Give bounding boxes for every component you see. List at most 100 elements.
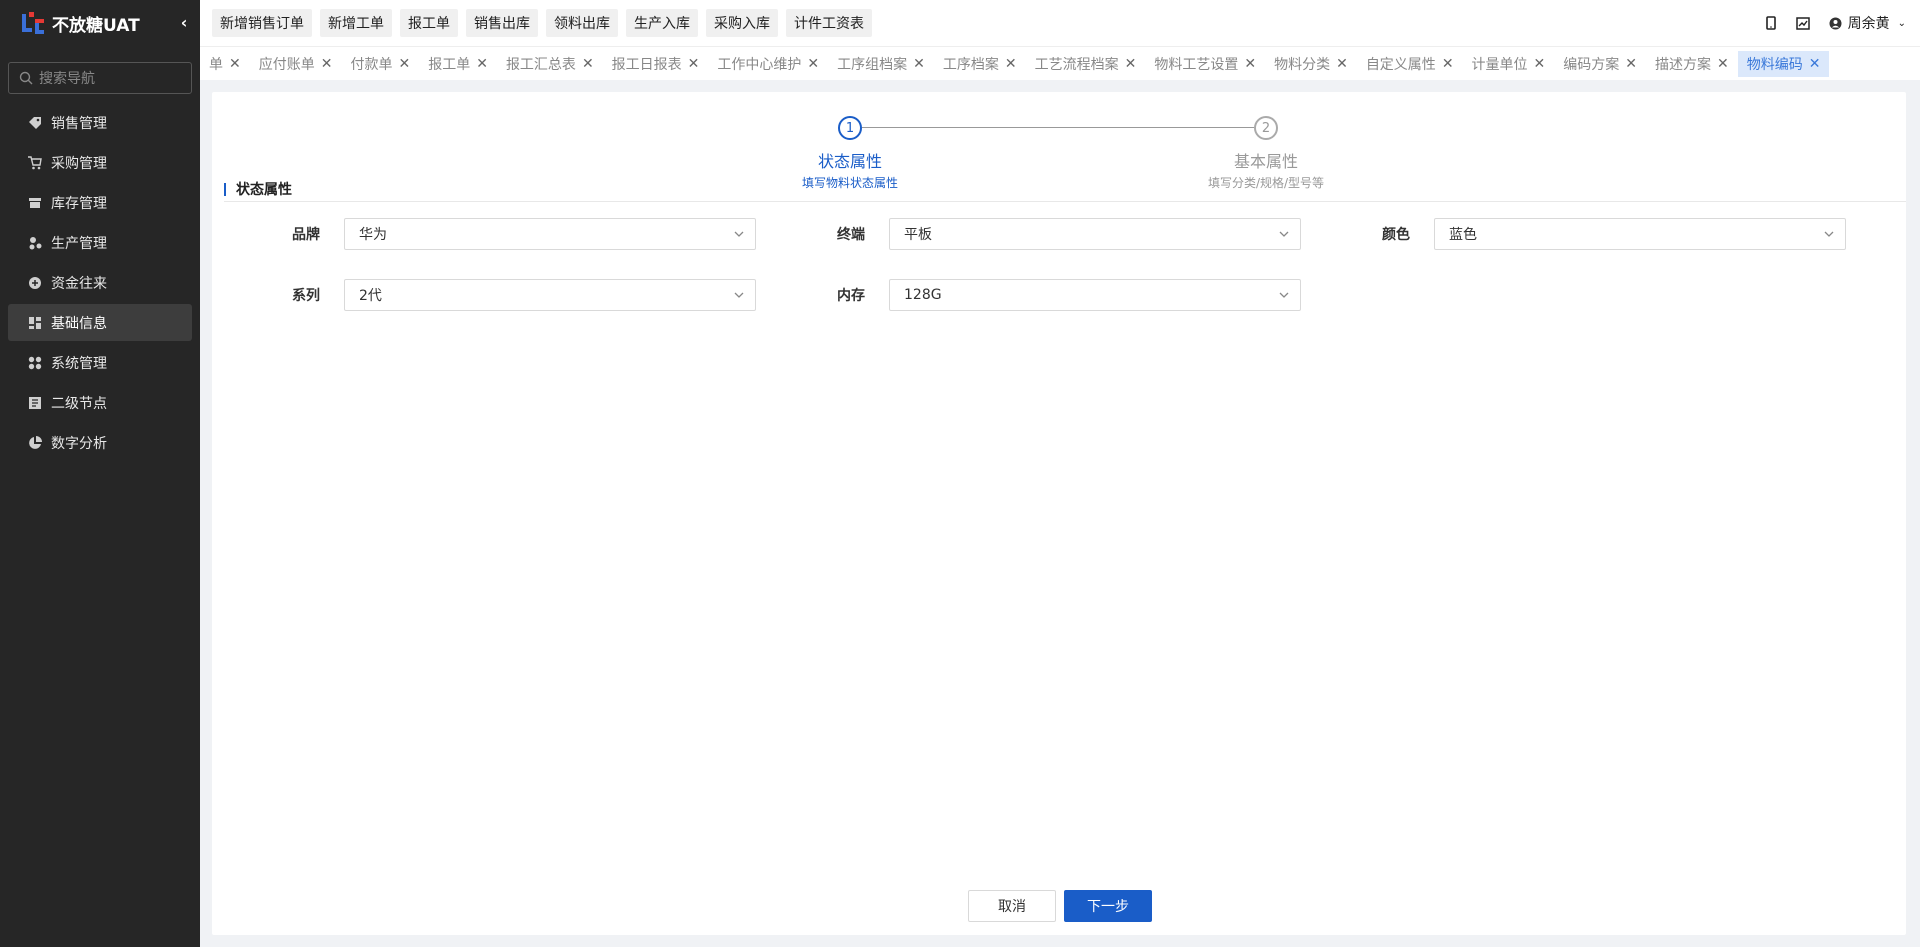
close-icon[interactable]: ✕: [1336, 56, 1348, 72]
collapse-sidebar-icon[interactable]: ‹: [174, 13, 194, 33]
user-name: 周余黄: [1847, 16, 1890, 32]
quick-piece-wage-button[interactable]: 计件工资表: [786, 9, 872, 37]
step-1-circle[interactable]: 1: [838, 116, 862, 140]
tab-item[interactable]: 工艺流程档案 ✕: [1026, 51, 1146, 77]
tab-bar: 单 ✕ 应付账单 ✕ 付款单 ✕ 报工单 ✕ 报工汇总表 ✕ 报工日报表 ✕ 工作中心维护 ✕…: [200, 46, 1920, 80]
brand-value: 华为: [359, 227, 387, 243]
close-icon[interactable]: ✕: [582, 56, 594, 72]
quick-new-work-order-button[interactable]: 新增工单: [320, 9, 392, 37]
sidebar-item-purchase[interactable]: 采购管理: [8, 144, 192, 181]
brand-select[interactable]: 华为: [344, 218, 756, 250]
cart-icon: [28, 155, 42, 169]
sidebar-item-label: 二级节点: [51, 395, 107, 412]
screen-chart-icon[interactable]: [1787, 0, 1819, 46]
sidebar-item-sales[interactable]: 销售管理: [8, 104, 192, 141]
close-icon[interactable]: ✕: [1625, 56, 1637, 72]
quick-material-outbound-button[interactable]: 领料出库: [546, 9, 618, 37]
close-icon[interactable]: ✕: [1534, 56, 1546, 72]
step-2-circle[interactable]: 2: [1254, 116, 1278, 140]
chevron-down-icon: [1279, 292, 1289, 298]
tab-item[interactable]: 自定义属性 ✕: [1357, 51, 1463, 77]
tab-label: 物料编码: [1746, 56, 1803, 73]
close-icon[interactable]: ✕: [1717, 56, 1729, 72]
user-menu[interactable]: 周余黄 ⌄: [1829, 13, 1906, 33]
close-icon[interactable]: ✕: [321, 56, 333, 72]
tab-item[interactable]: 付款单 ✕: [341, 51, 419, 77]
sidebar-item-label: 数字分析: [51, 435, 107, 452]
close-icon[interactable]: ✕: [1244, 56, 1256, 72]
close-icon[interactable]: ✕: [913, 56, 925, 72]
color-label: 颜色: [1382, 227, 1410, 243]
nav-search-input[interactable]: 搜索导航: [8, 62, 192, 94]
sidebar-item-funds[interactable]: 资金往来: [8, 264, 192, 301]
tab-item[interactable]: 单 ✕: [200, 51, 250, 77]
tab-item[interactable]: 报工单 ✕: [419, 51, 497, 77]
tab-item[interactable]: 报工汇总表 ✕: [497, 51, 603, 77]
close-icon[interactable]: ✕: [1809, 56, 1821, 72]
sidebar-item-analysis[interactable]: 数字分析: [8, 424, 192, 461]
brand-label: 品牌: [292, 227, 320, 243]
tab-item[interactable]: 计量单位 ✕: [1463, 51, 1555, 77]
tab-label: 付款单: [350, 56, 393, 73]
pie-chart-icon: [29, 435, 42, 449]
tab-label: 自定义属性: [1365, 56, 1436, 73]
brand: 不放糖UAT ‹: [0, 0, 200, 46]
tab-item[interactable]: 描述方案 ✕: [1646, 51, 1738, 77]
close-icon[interactable]: ✕: [229, 56, 241, 72]
quick-new-sales-order-button[interactable]: 新增销售订单: [212, 9, 312, 37]
terminal-select[interactable]: 平板: [889, 218, 1301, 250]
series-label: 系列: [292, 288, 320, 304]
tab-item[interactable]: 物料工艺设置 ✕: [1145, 51, 1265, 77]
sidebar-item-inventory[interactable]: 库存管理: [8, 184, 192, 221]
chevron-down-icon: [734, 292, 744, 298]
sidebar-item-label: 采购管理: [51, 155, 107, 172]
memory-value: 128G: [904, 287, 942, 303]
sidebar-item-system[interactable]: 系统管理: [8, 344, 192, 381]
tab-label: 报工单: [428, 56, 471, 73]
close-icon[interactable]: ✕: [1005, 56, 1017, 72]
close-icon[interactable]: ✕: [1442, 56, 1454, 72]
close-icon[interactable]: ✕: [807, 56, 819, 72]
close-icon[interactable]: ✕: [476, 56, 488, 72]
sidebar-item-production[interactable]: 生产管理: [8, 224, 192, 261]
color-select[interactable]: 蓝色: [1434, 218, 1846, 250]
tab-label: 单: [209, 56, 223, 73]
step-indicator: 1 2 状态属性 基本属性 填写物料状态属性 填写分类/规格/型号等: [212, 104, 1906, 190]
brand-logo-icon: [22, 12, 44, 34]
close-icon[interactable]: ✕: [688, 56, 700, 72]
sidebar-item-node[interactable]: 二级节点: [8, 384, 192, 421]
quick-sales-outbound-button[interactable]: 销售出库: [466, 9, 538, 37]
section-title: 状态属性: [224, 182, 292, 198]
close-icon[interactable]: ✕: [398, 56, 410, 72]
tab-item[interactable]: 工序组档案 ✕: [828, 51, 934, 77]
quick-purchase-inbound-button[interactable]: 采购入库: [706, 9, 778, 37]
chevron-down-icon: ⌄: [1897, 17, 1906, 29]
tab-item[interactable]: 应付账单 ✕: [250, 51, 342, 77]
terminal-label: 终端: [837, 227, 865, 243]
quick-work-report-button[interactable]: 报工单: [400, 9, 458, 37]
next-step-button[interactable]: 下一步: [1064, 890, 1152, 922]
mobile-icon[interactable]: [1755, 0, 1787, 46]
nav-search-placeholder: 搜索导航: [39, 71, 95, 87]
tab-item[interactable]: 工序档案 ✕: [934, 51, 1026, 77]
tab-label: 编码方案: [1563, 56, 1620, 73]
tab-item[interactable]: 物料分类 ✕: [1265, 51, 1357, 77]
sidebar-item-basic-info[interactable]: 基础信息: [8, 304, 192, 341]
series-select[interactable]: 2代: [344, 279, 756, 311]
chevron-down-icon: [734, 231, 744, 237]
sidebar-item-label: 生产管理: [51, 235, 107, 252]
section-header: 状态属性: [224, 182, 1906, 202]
tab-item[interactable]: 报工日报表 ✕: [603, 51, 709, 77]
close-icon[interactable]: ✕: [1125, 56, 1137, 72]
sidebar-item-label: 库存管理: [51, 195, 107, 212]
top-bar: 新增销售订单 新增工单 报工单 销售出库 领料出库 生产入库 采购入库 计件工资…: [200, 0, 1920, 46]
step-2-title: 基本属性: [1233, 152, 1298, 171]
sidebar-item-label: 基础信息: [51, 315, 107, 332]
memory-select[interactable]: 128G: [889, 279, 1301, 311]
tab-material-code[interactable]: 物料编码 ✕: [1737, 50, 1830, 77]
user-avatar-icon: [1829, 17, 1842, 29]
cancel-button[interactable]: 取消: [968, 890, 1056, 922]
quick-production-inbound-button[interactable]: 生产入库: [626, 9, 698, 37]
tab-item[interactable]: 编码方案 ✕: [1554, 51, 1646, 77]
tab-item[interactable]: 工作中心维护 ✕: [708, 51, 828, 77]
